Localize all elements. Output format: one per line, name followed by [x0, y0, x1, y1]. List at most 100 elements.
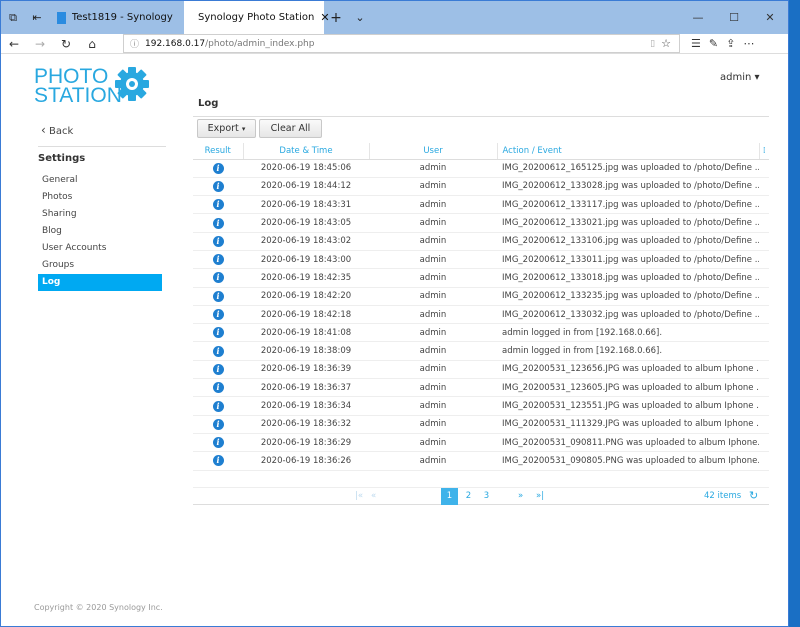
event-cell: IMG_20200531_090805.PNG was uploaded to …	[497, 451, 759, 471]
back-arrow-icon[interactable]: ←	[1, 37, 27, 51]
empty-cell	[759, 451, 769, 471]
empty-cell	[759, 433, 769, 453]
info-icon: i	[212, 327, 224, 339]
table-row[interactable]: i 2020-06-19 18:44:12 admin IMG_20200612…	[193, 177, 769, 197]
address-bar-row: ← → ↻ ⌂ ⓘ 192.168.0.17/photo/admin_index.…	[1, 34, 788, 54]
table-row[interactable]: i 2020-06-19 18:36:29 admin IMG_20200531…	[193, 433, 769, 453]
back-link[interactable]: ‹ Back	[41, 123, 73, 137]
table-row[interactable]: i 2020-06-19 18:36:37 admin IMG_20200531…	[193, 378, 769, 398]
table-row[interactable]: i 2020-06-19 18:43:05 admin IMG_20200612…	[193, 213, 769, 233]
empty-cell	[759, 323, 769, 343]
table-row[interactable]: i 2020-06-19 18:45:06 admin IMG_20200612…	[193, 159, 769, 178]
settings-menu: General Photos Sharing Blog User Accounts Gro…	[38, 172, 162, 291]
minimize-icon[interactable]: —	[680, 1, 716, 34]
sidebar-item-groups[interactable]: Groups	[38, 257, 162, 274]
user-cell: admin	[369, 250, 497, 270]
column-header-event[interactable]: Action / Event	[497, 143, 760, 160]
event-cell: admin logged in from [192.168.0.66].	[497, 341, 759, 361]
page-1[interactable]: 1	[441, 488, 458, 505]
event-cell: IMG_20200612_133028.jpg was uploaded to …	[497, 177, 759, 197]
new-tab-icon[interactable]: +	[324, 10, 348, 26]
result-cell: i	[193, 213, 243, 233]
sidebar-item-blog[interactable]: Blog	[38, 223, 162, 240]
user-menu[interactable]: admin ▾	[720, 72, 760, 83]
more-icon[interactable]: ⋯	[743, 37, 754, 50]
pen-icon[interactable]: ✎	[709, 37, 718, 50]
empty-cell	[759, 250, 769, 270]
table-row[interactable]: i 2020-06-19 18:41:08 admin admin logged…	[193, 323, 769, 343]
event-cell: IMG_20200612_133021.jpg was uploaded to …	[497, 213, 759, 233]
table-row[interactable]: i 2020-06-19 18:42:20 admin IMG_20200612…	[193, 287, 769, 306]
sidebar-item-sharing[interactable]: Sharing	[38, 206, 162, 223]
browser-window: ⧉ ⇤ Test1819 - Synology DiskSta Synology…	[0, 0, 789, 627]
column-header-datetime[interactable]: Date & Time	[243, 143, 370, 160]
url-input[interactable]: ⓘ 192.168.0.17/photo/admin_index.php ▯ ☆	[123, 34, 680, 53]
event-cell: IMG_20200612_165125.jpg was uploaded to …	[497, 159, 759, 178]
maximize-icon[interactable]: ☐	[716, 1, 752, 34]
datetime-cell: 2020-06-19 18:43:02	[243, 232, 369, 251]
favorites-icon[interactable]: ☰	[691, 37, 701, 50]
user-cell: admin	[369, 415, 497, 434]
sidebar-item-photos[interactable]: Photos	[38, 189, 162, 206]
home-icon[interactable]: ⌂	[79, 37, 105, 51]
table-row[interactable]: i 2020-06-19 18:43:31 admin IMG_20200612…	[193, 195, 769, 215]
tab-diskstation[interactable]: Test1819 - Synology DiskSta	[49, 1, 184, 34]
column-header-result[interactable]: Result	[193, 143, 244, 160]
table-row[interactable]: i 2020-06-19 18:43:00 admin IMG_20200612…	[193, 250, 769, 270]
result-cell: i	[193, 177, 243, 197]
last-page-icon[interactable]: »|	[536, 491, 544, 501]
pagination: |« « 1 2 3 » »| 42 items ↻	[193, 487, 769, 505]
tab-photo-station[interactable]: Synology Photo Station ✕	[184, 1, 330, 34]
refresh-icon[interactable]: ↻	[53, 37, 79, 51]
tab-label: Test1819 - Synology DiskSta	[71, 12, 176, 23]
event-cell: IMG_20200612_133235.jpg was uploaded to …	[497, 287, 759, 306]
table-row[interactable]: i 2020-06-19 18:42:35 admin IMG_20200612…	[193, 268, 769, 288]
first-page-icon[interactable]: |«	[355, 491, 363, 501]
table-row[interactable]: i 2020-06-19 18:36:39 admin IMG_20200531…	[193, 360, 769, 380]
event-cell: IMG_20200612_133106.jpg was uploaded to …	[497, 232, 759, 251]
user-cell: admin	[369, 396, 497, 416]
column-menu[interactable]: ⁞	[759, 143, 769, 160]
export-button[interactable]: Export ▾	[197, 119, 256, 138]
next-page-icon[interactable]: »	[518, 491, 523, 501]
share-icon[interactable]: ⇪	[726, 37, 735, 50]
table-row[interactable]: i 2020-06-19 18:43:02 admin IMG_20200612…	[193, 232, 769, 251]
datetime-cell: 2020-06-19 18:38:09	[243, 341, 369, 361]
refresh-icon[interactable]: ↻	[749, 489, 758, 502]
reading-view-icon[interactable]: ▯	[650, 39, 655, 49]
page-3[interactable]: 3	[478, 488, 495, 505]
table-row[interactable]: i 2020-06-19 18:36:32 admin IMG_20200531…	[193, 415, 769, 434]
chevron-down-icon[interactable]: ⌄	[348, 11, 372, 24]
clear-all-button[interactable]: Clear All	[259, 119, 322, 138]
star-icon[interactable]: ☆	[661, 37, 671, 50]
result-cell: i	[193, 159, 243, 178]
sidebar-item-log[interactable]: Log	[38, 274, 162, 291]
event-cell: IMG_20200612_133032.jpg was uploaded to …	[497, 305, 759, 325]
sidebar-item-user-accounts[interactable]: User Accounts	[38, 240, 162, 257]
column-header-user[interactable]: User	[369, 143, 498, 160]
table-row[interactable]: i 2020-06-19 18:36:26 admin IMG_20200531…	[193, 451, 769, 471]
forward-arrow-icon[interactable]: →	[27, 37, 53, 51]
set-aside-tabs-icon[interactable]: ⇤	[25, 11, 49, 24]
event-cell: IMG_20200531_090811.PNG was uploaded to …	[497, 433, 759, 453]
result-cell: i	[193, 195, 243, 215]
table-row[interactable]: i 2020-06-19 18:38:09 admin admin logged…	[193, 341, 769, 361]
info-icon: ⓘ	[130, 40, 140, 50]
info-icon: i	[212, 345, 224, 357]
info-icon: i	[212, 162, 224, 174]
info-icon: i	[212, 437, 224, 449]
user-cell: admin	[369, 195, 497, 215]
tab-list-icon[interactable]: ⧉	[1, 11, 25, 25]
empty-cell	[759, 378, 769, 398]
divider	[193, 116, 769, 117]
sidebar-item-general[interactable]: General	[38, 172, 162, 189]
page-2[interactable]: 2	[460, 488, 477, 505]
close-window-icon[interactable]: ✕	[752, 1, 788, 34]
page-title: Log	[198, 98, 219, 109]
table-row[interactable]: i 2020-06-19 18:42:18 admin IMG_20200612…	[193, 305, 769, 325]
prev-page-icon[interactable]: «	[371, 491, 376, 501]
table-row[interactable]: i 2020-06-19 18:36:34 admin IMG_20200531…	[193, 396, 769, 416]
user-cell: admin	[369, 305, 497, 325]
user-cell: admin	[369, 378, 497, 398]
empty-cell	[759, 396, 769, 416]
